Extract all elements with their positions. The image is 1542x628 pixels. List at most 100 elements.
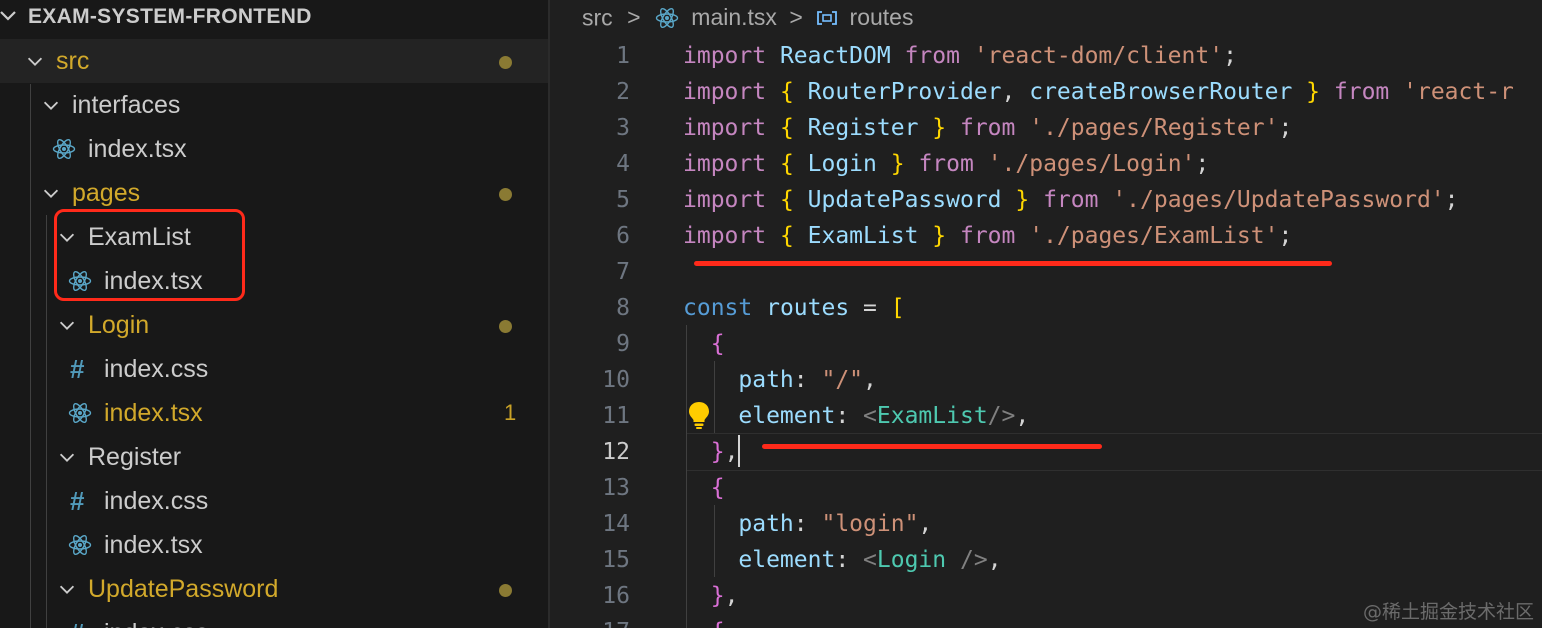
- chevron-down-icon: [43, 189, 59, 198]
- tree-item-label: Register: [88, 443, 182, 471]
- code-token: ;: [1444, 187, 1459, 213]
- code-line[interactable]: 3 import { Register } from './pages/Regis…: [550, 110, 1542, 146]
- breadcrumb-segment-file[interactable]: main.tsx: [691, 4, 777, 30]
- code-line[interactable]: 10 path: "/",: [550, 362, 1542, 398]
- code-text[interactable]: import { RouterProvider, createBrowserRo…: [683, 74, 1514, 110]
- code-text[interactable]: element: <Login />,: [683, 542, 1001, 578]
- tree-file-interfaces-index-tsx[interactable]: index.tsx: [0, 127, 548, 171]
- react-icon: [68, 402, 92, 424]
- code-text[interactable]: import ReactDOM from 'react-dom/client';: [683, 38, 1237, 74]
- line-number[interactable]: 7: [550, 254, 630, 290]
- code-token: }: [1306, 79, 1334, 105]
- watermark: @稀土掘金技术社区: [1362, 601, 1534, 623]
- code-line[interactable]: 9 {: [550, 326, 1542, 362]
- tree-file-register-index-css[interactable]: # index.css: [0, 479, 548, 523]
- line-number[interactable]: 6: [550, 218, 630, 254]
- code-text[interactable]: import { ExamList } from './pages/ExamLi…: [683, 218, 1292, 254]
- code-token: from: [959, 115, 1030, 141]
- tree-folder-src[interactable]: src: [0, 39, 548, 83]
- code-token: Register: [807, 115, 933, 141]
- code-line[interactable]: 1 import ReactDOM from 'react-dom/client'…: [550, 38, 1542, 74]
- line-number[interactable]: 8: [550, 290, 630, 326]
- code-text[interactable]: const routes = [: [683, 290, 905, 326]
- line-number[interactable]: 16: [550, 578, 630, 614]
- tree-file-login-index-css[interactable]: # index.css: [0, 347, 548, 391]
- hash-icon: #: [70, 354, 85, 384]
- breadcrumb-segment-symbol[interactable]: routes: [850, 4, 914, 30]
- code-text[interactable]: {: [683, 470, 725, 506]
- line-number[interactable]: 15: [550, 542, 630, 578]
- code-line[interactable]: 8 const routes = [: [550, 290, 1542, 326]
- code-token: :: [835, 403, 864, 429]
- line-number[interactable]: 5: [550, 182, 630, 218]
- code-editor[interactable]: src > main.tsx > routes 1 import ReactDOM…: [550, 0, 1542, 628]
- code-token: {: [779, 223, 808, 249]
- code-text[interactable]: import { Login } from './pages/Login';: [683, 146, 1209, 182]
- lightbulb-icon[interactable]: [686, 400, 712, 430]
- modified-dot: [499, 320, 512, 333]
- code-token: Login: [807, 151, 891, 177]
- code-text[interactable]: import { Register } from './pages/Regist…: [683, 110, 1292, 146]
- annotation-highlight-box: [54, 209, 245, 301]
- tree-folder-interfaces[interactable]: interfaces: [0, 83, 548, 127]
- chevron-down-icon: [59, 321, 75, 330]
- code-text[interactable]: path: "login",: [683, 506, 932, 542]
- code-token: ;: [1278, 223, 1293, 249]
- tree-item-label: interfaces: [72, 91, 181, 119]
- code-token: {: [711, 619, 725, 628]
- code-token: Login: [876, 547, 960, 573]
- tree-file-updatepassword-index-css[interactable]: # index.css: [0, 611, 548, 628]
- tree-file-login-index-tsx[interactable]: index.tsx 1: [0, 391, 548, 435]
- text-cursor: [738, 435, 740, 467]
- code-token: [: [890, 295, 905, 321]
- code-token: from: [918, 151, 988, 177]
- tree-folder-register[interactable]: Register: [0, 435, 548, 479]
- tree-item-label: index.tsx: [88, 135, 187, 163]
- code-line[interactable]: 2 import { RouterProvider, createBrowserR…: [550, 74, 1542, 110]
- code-line[interactable]: 5 import { UpdatePassword } from './pages…: [550, 182, 1542, 218]
- code-text[interactable]: {: [683, 614, 725, 628]
- code-line[interactable]: 12 },: [550, 433, 1542, 471]
- code-line[interactable]: 15 element: <Login />,: [550, 542, 1542, 578]
- hash-icon: #: [70, 486, 85, 516]
- breadcrumb-separator: >: [627, 4, 641, 31]
- code-line[interactable]: 14 path: "login",: [550, 506, 1542, 542]
- code-line[interactable]: 4 import { Login } from './pages/Login';: [550, 146, 1542, 182]
- line-number[interactable]: 14: [550, 506, 630, 542]
- code-token: path: [738, 367, 794, 393]
- tree-folder-updatepassword[interactable]: UpdatePassword: [0, 567, 548, 611]
- hash-icon: #: [70, 611, 84, 628]
- code-line[interactable]: 13 {: [550, 470, 1542, 506]
- tree-folder-login[interactable]: Login: [0, 303, 548, 347]
- chevron-down-icon: [59, 453, 75, 462]
- code-text[interactable]: },: [683, 434, 739, 470]
- code-token: {: [710, 475, 725, 501]
- modified-dot: [499, 188, 512, 201]
- code-text[interactable]: import { UpdatePassword } from './pages/…: [683, 182, 1459, 218]
- line-number[interactable]: 2: [550, 74, 630, 110]
- code-text[interactable]: path: "/",: [683, 362, 877, 398]
- line-number[interactable]: 10: [550, 362, 630, 398]
- code-text[interactable]: },: [683, 578, 739, 614]
- line-number[interactable]: 3: [550, 110, 630, 146]
- line-number[interactable]: 1: [550, 38, 630, 74]
- line-number[interactable]: 13: [550, 470, 630, 506]
- code-line[interactable]: 6 import { ExamList } from './pages/ExamL…: [550, 218, 1542, 254]
- line-number[interactable]: 17: [550, 614, 630, 628]
- code-token: "login": [821, 511, 919, 537]
- explorer-project-header[interactable]: EXAM-SYSTEM-FRONTEND: [0, 0, 548, 36]
- code-token: ,: [724, 583, 739, 609]
- breadcrumb-separator: >: [789, 4, 803, 31]
- chevron-down-icon: [0, 11, 16, 21]
- code-text[interactable]: {: [683, 326, 725, 362]
- line-number[interactable]: 9: [550, 326, 630, 362]
- line-number[interactable]: 4: [550, 146, 630, 182]
- tree-file-register-index-tsx[interactable]: index.tsx: [0, 523, 548, 567]
- code-text[interactable]: element: <ExamList/>,: [683, 398, 1029, 434]
- breadcrumb-segment-src[interactable]: src: [582, 4, 613, 30]
- line-number[interactable]: 12: [550, 434, 630, 470]
- code-line[interactable]: 7: [550, 254, 1542, 290]
- line-number[interactable]: 11: [550, 398, 630, 434]
